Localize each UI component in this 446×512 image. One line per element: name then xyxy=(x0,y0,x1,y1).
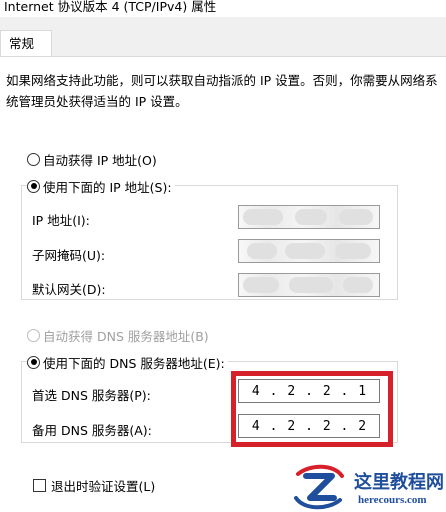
manual-ip-radio-row[interactable]: 使用下面的 IP 地址(S): xyxy=(27,178,175,195)
auto-dns-label: 自动获得 DNS 服务器地址(B) xyxy=(43,328,209,344)
obscured-value xyxy=(295,209,327,225)
tab-strip: 常规 xyxy=(0,17,446,58)
alternate-dns-label: 备用 DNS 服务器(A): xyxy=(32,423,152,438)
obscured-value xyxy=(339,209,373,225)
obscured-value xyxy=(285,243,325,259)
window-title: Internet 协议版本 4 (TCP/IPv4) 属性 xyxy=(0,0,446,17)
obscured-value xyxy=(289,277,333,293)
obscured-value xyxy=(335,243,371,259)
ip-address-input[interactable] xyxy=(238,205,380,229)
manual-ip-label: 使用下面的 IP 地址(S): xyxy=(43,179,172,195)
auto-ip-label: 自动获得 IP 地址(O) xyxy=(43,152,157,168)
watermark-url: herecours.com xyxy=(358,494,427,506)
obscured-value xyxy=(243,277,279,293)
validate-checkbox[interactable] xyxy=(33,479,46,492)
manual-ip-radio[interactable] xyxy=(27,179,40,193)
validate-checkbox-row[interactable]: 退出时验证设置(L) xyxy=(33,476,155,495)
general-panel: 如果网络支持此功能，则可以获取自动指派的 IP 设置。否则，你需要从网络系统管理… xyxy=(0,56,446,512)
z-logo-icon xyxy=(294,464,344,510)
default-gateway-input[interactable] xyxy=(238,273,380,297)
preferred-dns-label: 首选 DNS 服务器(P): xyxy=(32,388,151,403)
subnet-mask-input[interactable] xyxy=(238,239,380,263)
watermark-name: 这里教程网 xyxy=(354,472,444,493)
auto-dns-radio-row[interactable]: 自动获得 DNS 服务器地址(B) xyxy=(27,327,209,344)
description-text: 如果网络支持此功能，则可以获取自动指派的 IP 设置。否则，你需要从网络系统管理… xyxy=(6,73,438,109)
site-watermark: 这里教程网 herecours.com xyxy=(292,462,446,512)
obscured-value xyxy=(247,243,277,259)
manual-dns-label: 使用下面的 DNS 服务器地址(E): xyxy=(43,355,225,371)
obscured-value xyxy=(343,277,373,293)
auto-ip-radio-row[interactable]: 自动获得 IP 地址(O) xyxy=(27,151,157,168)
tab-general[interactable]: 常规 xyxy=(0,30,52,58)
ip-address-label: IP 地址(I): xyxy=(32,213,90,228)
subnet-mask-label: 子网掩码(U): xyxy=(32,248,106,263)
obscured-value xyxy=(243,209,283,225)
default-gateway-label: 默认网关(D): xyxy=(32,282,106,297)
manual-dns-radio-row[interactable]: 使用下面的 DNS 服务器地址(E): xyxy=(27,354,228,371)
dns-highlight-box xyxy=(231,371,393,447)
auto-dns-radio[interactable] xyxy=(27,328,40,342)
validate-label: 退出时验证设置(L) xyxy=(51,479,156,494)
manual-dns-radio[interactable] xyxy=(27,355,40,369)
auto-ip-radio[interactable] xyxy=(27,152,40,166)
